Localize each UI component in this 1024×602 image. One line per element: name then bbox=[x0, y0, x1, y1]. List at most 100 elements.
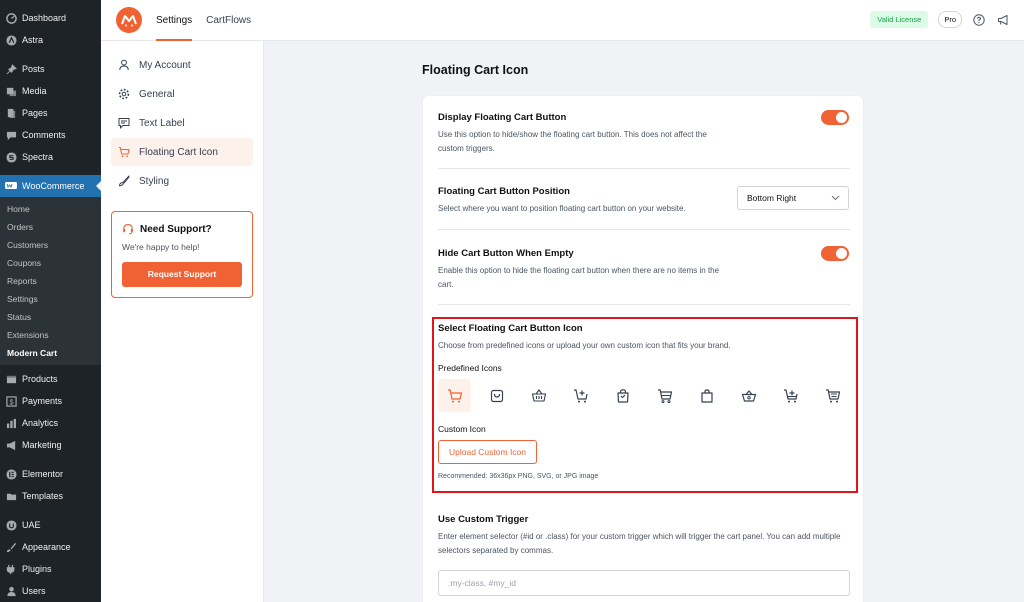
wp-submenu-orders[interactable]: Orders bbox=[0, 218, 101, 236]
products-icon bbox=[5, 373, 17, 385]
settings-nav-label: General bbox=[139, 88, 175, 100]
headset-icon bbox=[122, 223, 134, 235]
astra-icon bbox=[5, 34, 17, 46]
wp-menu-label: Analytics bbox=[22, 418, 59, 428]
folder-icon bbox=[5, 490, 17, 502]
wp-submenu-modern-cart[interactable]: Modern Cart bbox=[0, 344, 101, 362]
wp-menu-label: Posts bbox=[22, 64, 45, 74]
user-icon bbox=[118, 59, 130, 71]
megaphone-icon bbox=[5, 439, 17, 451]
wp-menu-label: Elementor bbox=[22, 469, 64, 479]
wp-submenu-coupons[interactable]: Coupons bbox=[0, 254, 101, 272]
wp-menu-spectra[interactable]: Spectra bbox=[0, 146, 101, 168]
wp-menu-label: Payments bbox=[22, 396, 63, 406]
support-box: Need Support? We're happy to help! Reque… bbox=[111, 211, 253, 298]
brush-icon bbox=[5, 541, 17, 553]
wp-menu-templates[interactable]: Templates bbox=[0, 485, 101, 507]
help-icon[interactable] bbox=[972, 13, 986, 27]
wp-menu-marketing[interactable]: Marketing bbox=[0, 434, 101, 456]
gear-icon bbox=[118, 88, 130, 100]
position-select-value: Bottom Right bbox=[747, 193, 797, 203]
pages-icon bbox=[5, 107, 17, 119]
wp-menu-comments[interactable]: Comments bbox=[0, 124, 101, 146]
wp-menu-label: Products bbox=[22, 374, 58, 384]
brush-icon bbox=[118, 175, 130, 187]
wp-menu-elementor[interactable]: Elementor bbox=[0, 463, 101, 485]
settings-nav-label: My Account bbox=[139, 59, 191, 71]
custom-trigger-desc: Enter element selector (#id or .class) f… bbox=[438, 532, 841, 555]
settings-nav-label: Styling bbox=[139, 175, 170, 187]
hide-when-empty-row: Hide Cart Button When Empty Enable this … bbox=[438, 248, 850, 292]
wp-menu-users[interactable]: Users bbox=[0, 580, 101, 602]
woocommerce-submenu: Home Orders Customers Coupons Reports Se… bbox=[0, 197, 101, 365]
wp-menu-plugins[interactable]: Plugins bbox=[0, 558, 101, 580]
settings-nav-label: Floating Cart Icon bbox=[139, 146, 218, 158]
wp-submenu-status[interactable]: Status bbox=[0, 308, 101, 326]
wp-menu-analytics[interactable]: Analytics bbox=[0, 412, 101, 434]
media-icon bbox=[5, 85, 17, 97]
wp-menu-label: Astra bbox=[22, 35, 44, 45]
wp-submenu-reports[interactable]: Reports bbox=[0, 272, 101, 290]
wp-admin-sidebar: Dashboard Astra Posts Media Pages Commen… bbox=[0, 0, 101, 602]
support-title: Need Support? bbox=[122, 223, 242, 235]
wp-menu-astra[interactable]: Astra bbox=[0, 29, 101, 51]
wp-menu-label: Marketing bbox=[22, 440, 62, 450]
wp-submenu-extensions[interactable]: Extensions bbox=[0, 326, 101, 344]
divider bbox=[438, 229, 850, 230]
wp-menu-label: Dashboard bbox=[22, 13, 67, 23]
settings-nav-styling[interactable]: Styling bbox=[111, 167, 253, 195]
topbar-actions: Valid License Pro bbox=[870, 11, 1010, 28]
wp-menu-label: Users bbox=[22, 586, 46, 596]
wp-menu-label: Templates bbox=[22, 491, 64, 501]
wp-menu-media[interactable]: Media bbox=[0, 80, 101, 102]
support-title-text: Need Support? bbox=[140, 223, 212, 235]
cart-icon bbox=[118, 146, 130, 158]
request-support-button[interactable]: Request Support bbox=[122, 262, 242, 287]
display-floating-cart-row: Display Floating Cart Button Use this op… bbox=[438, 112, 850, 156]
hide-when-empty-toggle[interactable] bbox=[821, 246, 849, 261]
display-floating-cart-title: Display Floating Cart Button bbox=[438, 112, 567, 123]
pro-badge: Pro bbox=[938, 11, 962, 28]
support-subtitle: We're happy to help! bbox=[122, 242, 200, 252]
announcement-icon[interactable] bbox=[996, 13, 1010, 27]
uae-icon bbox=[5, 519, 17, 531]
payments-icon: $ bbox=[5, 395, 17, 407]
wp-menu-posts[interactable]: Posts bbox=[0, 58, 101, 80]
wp-menu-dashboard[interactable]: Dashboard bbox=[0, 7, 101, 29]
modern-cart-logo[interactable] bbox=[116, 7, 142, 33]
svg-text:$: $ bbox=[9, 397, 13, 406]
wp-menu-label: Appearance bbox=[22, 542, 71, 552]
settings-nav-floating-cart-icon[interactable]: Floating Cart Icon bbox=[111, 138, 253, 166]
position-select[interactable]: Bottom Right bbox=[737, 186, 849, 210]
settings-nav: My Account General Text Label Floating C… bbox=[101, 41, 264, 602]
wp-menu-payments[interactable]: $ Payments bbox=[0, 390, 101, 412]
divider bbox=[438, 168, 850, 169]
divider bbox=[438, 304, 850, 305]
settings-nav-my-account[interactable]: My Account bbox=[111, 51, 253, 79]
wp-menu-label: UAE bbox=[22, 520, 41, 530]
page-title: Floating Cart Icon bbox=[422, 63, 529, 77]
hide-when-empty-desc: Enable this option to hide the floating … bbox=[438, 266, 720, 289]
display-floating-cart-toggle[interactable] bbox=[821, 110, 849, 125]
tab-settings[interactable]: Settings bbox=[156, 0, 193, 41]
wp-menu-woocommerce[interactable]: WooCommerce bbox=[0, 175, 101, 197]
woocommerce-icon bbox=[5, 180, 17, 192]
pin-icon bbox=[5, 63, 17, 75]
wp-submenu-customers[interactable]: Customers bbox=[0, 236, 101, 254]
wp-menu-products[interactable]: Products bbox=[0, 368, 101, 390]
wp-menu-label: Pages bbox=[22, 108, 48, 118]
custom-trigger-section: Use Custom Trigger Enter element selecto… bbox=[438, 514, 850, 596]
wp-menu-appearance[interactable]: Appearance bbox=[0, 536, 101, 558]
custom-trigger-input[interactable] bbox=[438, 570, 850, 596]
settings-nav-general[interactable]: General bbox=[111, 80, 253, 108]
tab-cartflows[interactable]: CartFlows bbox=[206, 0, 251, 41]
custom-trigger-title: Use Custom Trigger bbox=[438, 514, 529, 525]
wp-menu-pages[interactable]: Pages bbox=[0, 102, 101, 124]
settings-nav-text-label[interactable]: Text Label bbox=[111, 109, 253, 137]
wp-submenu-settings[interactable]: Settings bbox=[0, 290, 101, 308]
message-icon bbox=[118, 117, 130, 129]
wp-menu-label: Spectra bbox=[22, 152, 54, 162]
wp-menu-uae[interactable]: UAE bbox=[0, 514, 101, 536]
wp-submenu-home[interactable]: Home bbox=[0, 200, 101, 218]
wp-menu-label: Comments bbox=[22, 130, 66, 140]
